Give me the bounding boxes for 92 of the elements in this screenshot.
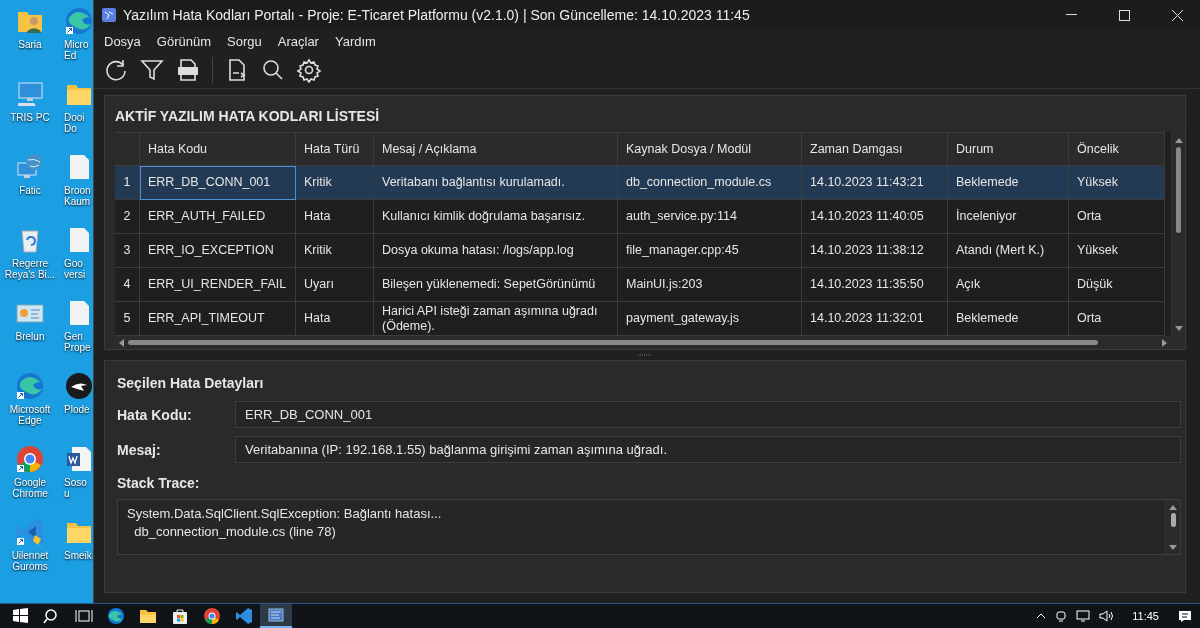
table-cell: Kritik: [296, 166, 374, 200]
table-cell: Beklemede: [948, 166, 1069, 200]
table-cell: Kritik: [296, 234, 374, 268]
volume-icon[interactable]: [1099, 610, 1114, 622]
shopping-bag-icon: [171, 607, 189, 625]
settings-icon: [296, 57, 322, 83]
table-cell: İnceleniyor: [948, 200, 1069, 234]
message-field[interactable]: Veritabanına (IP: 192.168.1.55) bağlanma girişimi zaman aşımına uğradı.: [235, 436, 1181, 463]
notification-icon[interactable]: [1178, 609, 1192, 623]
error-code-field[interactable]: ERR_DB_CONN_001: [235, 401, 1181, 428]
table-cell: ERR_UI_RENDER_FAIL: [140, 268, 296, 302]
table-cell: 14.10.2023 11:43:21: [802, 166, 948, 200]
monitor-icon: [15, 79, 45, 109]
word-document-icon: [64, 444, 93, 474]
table-cell: Dosya okuma hatası: /logs/app.log: [374, 234, 618, 268]
code-editor-icon: [15, 517, 45, 547]
maximize-icon: [1118, 9, 1130, 21]
list-title: AKTİF YAZILIM HATA KODLARI LİSTESİ: [114, 107, 381, 126]
stack-trace-line: db_connection_module.cs (line 78): [133, 524, 337, 540]
table-cell: Düşük: [1069, 268, 1165, 302]
table-cell: ERR_AUTH_FAILED: [140, 200, 296, 234]
scrollbar-thumb[interactable]: [128, 340, 1098, 345]
table-cell: Kullanıcı kimlik doğrulama başarısız.: [374, 200, 618, 234]
scrollbar-thumb[interactable]: [1176, 147, 1181, 233]
column-header[interactable]: Hata Kodu: [140, 132, 296, 166]
filter-icon: [139, 57, 165, 83]
windows-start-icon: [11, 607, 29, 625]
table-cell: Orta: [1069, 200, 1165, 234]
table-cell: 14.10.2023 11:40:05: [802, 200, 948, 234]
scroll-right-icon: [1162, 338, 1168, 347]
edge-icon: [64, 6, 93, 36]
scroll-left-icon: [118, 338, 124, 347]
column-header[interactable]: Zaman Damgası: [802, 132, 948, 166]
chrome-icon: [203, 607, 221, 625]
refresh-icon: [103, 57, 129, 83]
edge-icon: [107, 607, 125, 625]
table-cell: 14.10.2023 11:38:12: [802, 234, 948, 268]
field-label: Stack Trace:: [117, 475, 201, 491]
column-header[interactable]: Hata Türü: [296, 132, 374, 166]
code-editor-icon: [235, 607, 253, 625]
close-icon: [1171, 9, 1183, 21]
row-number: 1: [115, 166, 140, 200]
network-icon[interactable]: [1076, 610, 1091, 622]
minimize-icon: [1065, 14, 1077, 16]
app-logo-icon: [102, 8, 116, 22]
row-number: 3: [115, 234, 140, 268]
folder-icon: [139, 607, 157, 625]
row-number: 2: [115, 200, 140, 234]
edge-icon: [15, 371, 45, 401]
column-header[interactable]: Kaynak Dosya / Modül: [618, 132, 802, 166]
menu-item[interactable]: Görünüm: [148, 33, 220, 49]
chrome-icon: [15, 444, 45, 474]
menu-item[interactable]: Yardım: [326, 33, 384, 49]
chevron-up-icon[interactable]: [1036, 613, 1047, 619]
table-cell: Uyarı: [296, 268, 374, 302]
scrollbar-thumb[interactable]: [1170, 513, 1176, 527]
scroll-up-icon: [1174, 137, 1183, 143]
table-cell: Yüksek: [1069, 166, 1165, 200]
table-cell: Açık: [948, 268, 1069, 302]
splitter-grip-icon[interactable]: [638, 353, 652, 357]
table-cell: file_manager.cpp:45: [618, 234, 802, 268]
menu-item[interactable]: Sorgu: [219, 33, 270, 49]
window-title: Yazılım Hata Kodları Portalı - Proje: E-Ticaret Platformu (v2.1.0) | Son Güncelleme: 14.10.2023 11:45: [123, 7, 751, 23]
stack-trace-field[interactable]: System.Data.SqlClient.SqlException: Bağlantı hatası... db_connection_module.cs (line 78): [117, 499, 1181, 555]
table-cell: Yüksek: [1069, 234, 1165, 268]
table-cell: Atandı (Mert K.): [948, 234, 1069, 268]
table-cell: ERR_IO_EXCEPTION: [140, 234, 296, 268]
stack-trace-line: System.Data.SqlClient.SqlException: Bağlantı hatası...: [127, 506, 443, 522]
details-title: Seçilen Hata Detayları: [116, 374, 265, 393]
field-label: Mesaj:: [117, 441, 162, 458]
row-number: 4: [115, 268, 140, 302]
table-cell: ERR_DB_CONN_001: [140, 166, 296, 200]
scroll-down-icon: [1169, 545, 1177, 551]
scroll-down-icon: [1174, 326, 1183, 332]
table-cell: MainUI.js:203: [618, 268, 802, 302]
menu-item[interactable]: Araçlar: [269, 33, 327, 49]
app-window-icon: [267, 606, 285, 624]
task-view-icon: [75, 607, 93, 625]
table-cell: Bileşen yüklenemedi: SepetGörünümü: [374, 268, 618, 302]
table-cell: 14.10.2023 11:35:50: [802, 268, 948, 302]
table-cell: db_connection_module.cs: [618, 166, 802, 200]
table-cell: Hata: [296, 200, 374, 234]
scroll-up-icon: [1169, 504, 1177, 510]
column-header[interactable]: Durum: [948, 132, 1069, 166]
column-header[interactable]: Mesaj / Açıklama: [374, 132, 618, 166]
table-cell: auth_service.py:114: [618, 200, 802, 234]
menu-item[interactable]: Dosya: [96, 33, 149, 49]
column-header[interactable]: Öncelik: [1069, 132, 1165, 166]
taskbar-clock[interactable]: 11:45: [1122, 610, 1169, 622]
field-label: Hata Kodu:: [117, 406, 193, 423]
header-corner-cell[interactable]: [115, 132, 140, 166]
table-cell: Veritabanı bağlantısı kurulamadı.: [374, 166, 618, 200]
